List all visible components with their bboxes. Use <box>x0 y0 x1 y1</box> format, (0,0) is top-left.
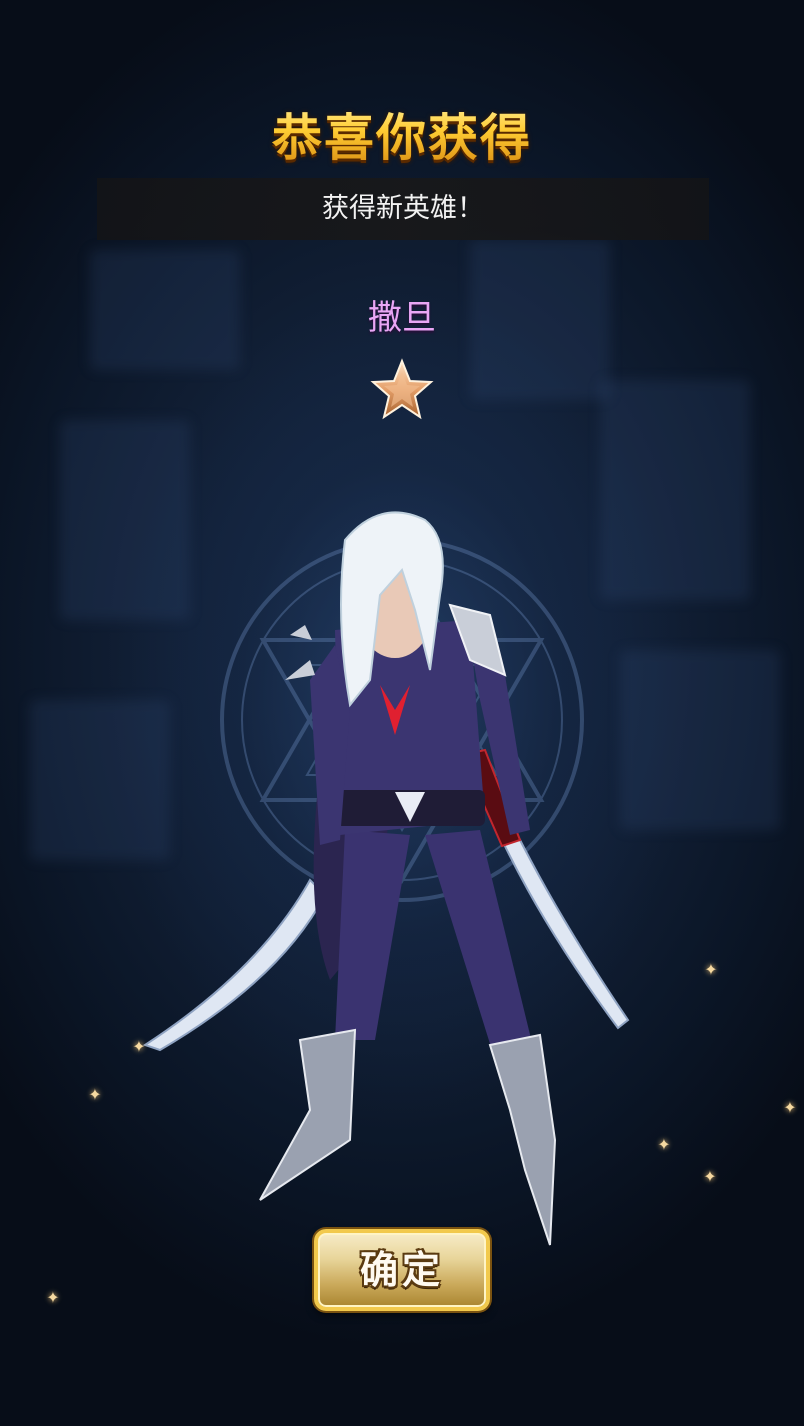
sparkle-icon: ✦ <box>132 1037 146 1056</box>
star-icon <box>370 358 434 420</box>
sparkle-icon: ✦ <box>704 960 718 979</box>
sparkle-icon: ✦ <box>783 1098 797 1117</box>
subtitle-banner: 获得新英雄！ <box>97 178 709 240</box>
hero-character <box>142 511 630 1246</box>
subtitle-text: 获得新英雄！ <box>322 193 484 224</box>
hero-name: 撒旦 <box>368 298 436 338</box>
reward-screen: 恭喜你获得 获得新英雄！ 撒旦 ✦ ✦ ✦ ✦ ✦ ✦ ✦ 确定 <box>0 0 804 1426</box>
sparkle-icon: ✦ <box>46 1288 60 1307</box>
confirm-label: 确定 <box>359 1248 444 1292</box>
sparkle-icon: ✦ <box>88 1085 102 1104</box>
reward-title: 恭喜你获得 <box>0 98 804 170</box>
confirm-button[interactable]: 确定 <box>314 1229 490 1311</box>
sparkle-icon: ✦ <box>703 1167 717 1186</box>
sparkle-icon: ✦ <box>657 1135 671 1154</box>
background-stone <box>620 650 780 830</box>
